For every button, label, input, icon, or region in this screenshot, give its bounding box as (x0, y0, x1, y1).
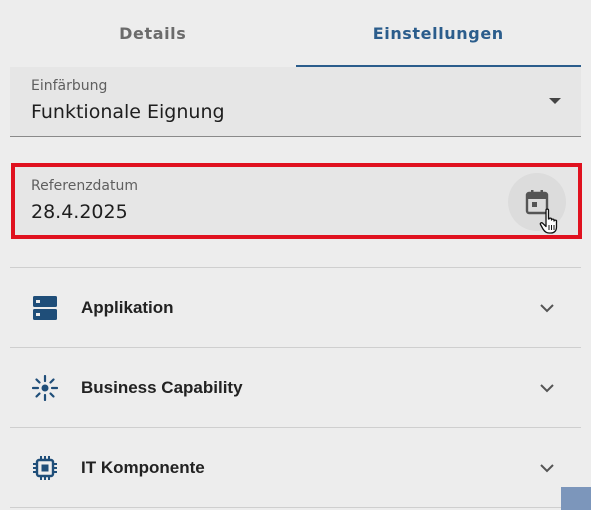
section-label: IT Komponente (81, 458, 205, 477)
coloring-value: Funktionale Eignung (31, 101, 225, 123)
section-business-capability[interactable]: Business Capability (10, 348, 581, 428)
section-it-komponente[interactable]: IT Komponente (10, 428, 581, 508)
scrollbar-thumb[interactable] (561, 487, 591, 510)
section-label: Applikation (81, 298, 174, 317)
chevron-down-icon[interactable] (539, 383, 555, 393)
tab-details[interactable]: Details (10, 0, 296, 67)
business-capability-icon (32, 375, 58, 401)
application-icon (33, 296, 57, 320)
section-applikation[interactable]: Applikation (10, 268, 581, 348)
chevron-down-icon[interactable] (539, 303, 555, 313)
coloring-label: Einfärbung (31, 78, 108, 94)
tab-bar: Details Einstellungen (10, 0, 581, 67)
chevron-down-icon[interactable] (539, 463, 555, 473)
reference-date-label: Referenzdatum (31, 178, 139, 194)
it-component-icon (33, 456, 57, 480)
reference-date-value: 28.4.2025 (31, 201, 128, 223)
coloring-select[interactable]: Einfärbung Funktionale Eignung (10, 67, 581, 137)
dropdown-arrow-icon[interactable] (549, 98, 561, 104)
tab-einstellungen[interactable]: Einstellungen (295, 0, 582, 67)
hand-cursor-icon (539, 208, 558, 234)
section-label: Business Capability (81, 378, 243, 397)
reference-date-field[interactable]: Referenzdatum 28.4.2025 (11, 163, 582, 239)
